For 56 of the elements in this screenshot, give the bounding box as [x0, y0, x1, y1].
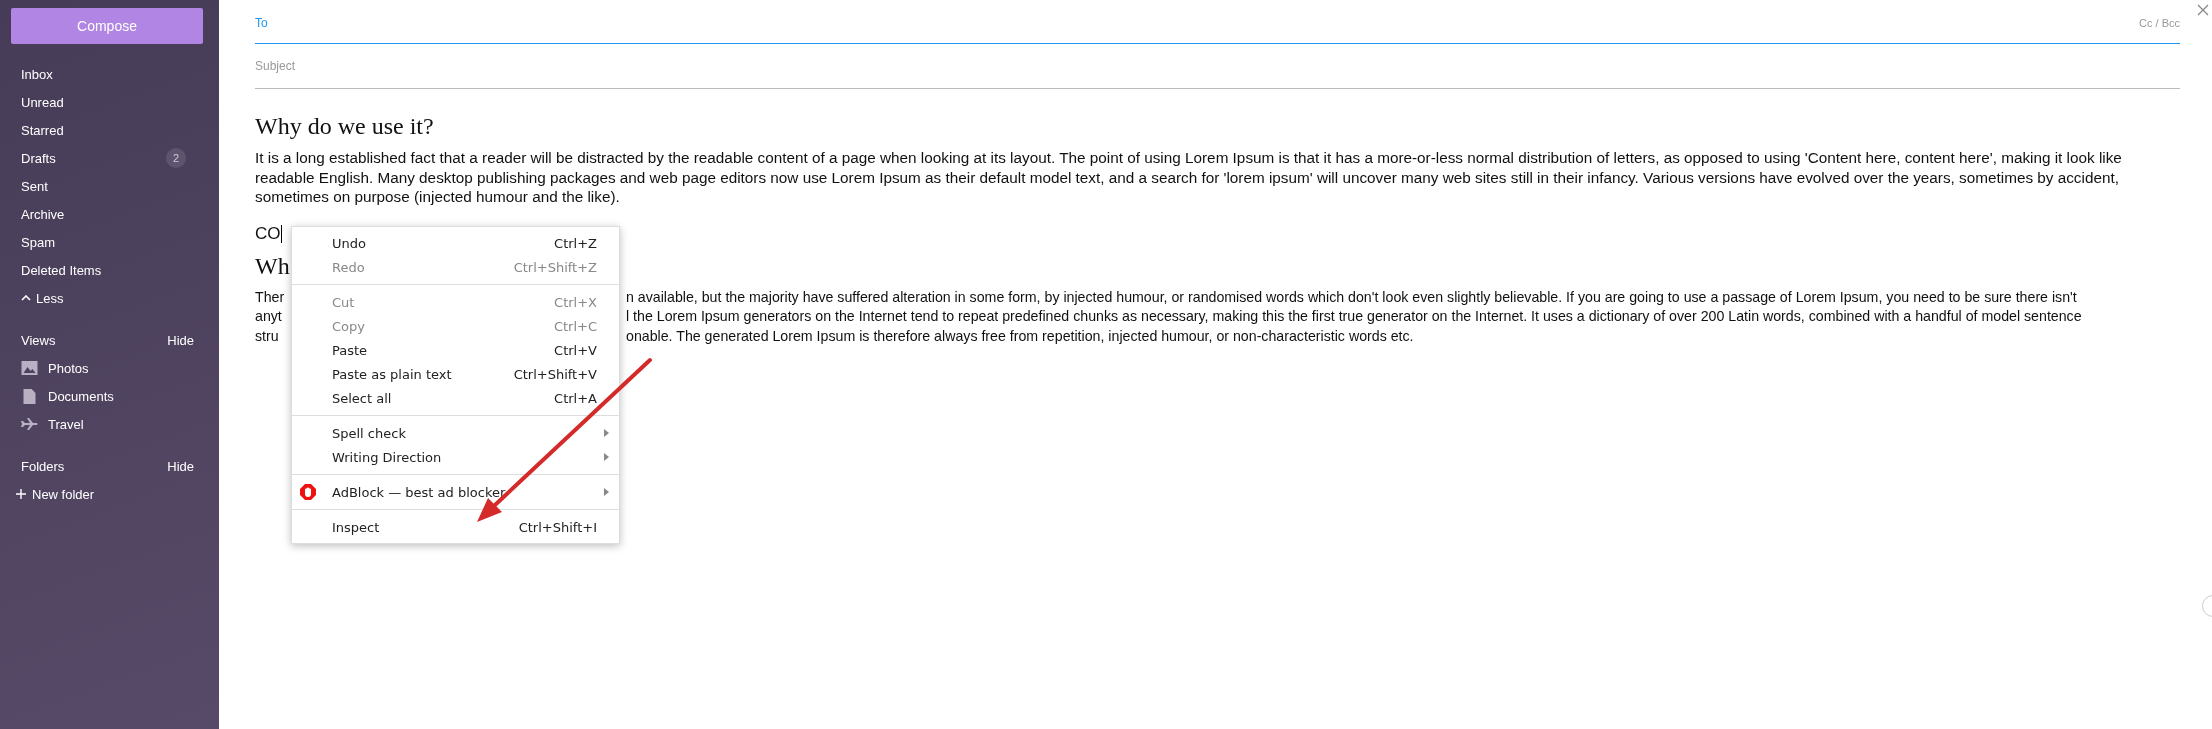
folder-label: Inbox [21, 66, 53, 82]
view-label: Photos [48, 360, 89, 376]
folder-label: Drafts [21, 150, 56, 166]
menu-item[interactable]: Inspect Ctrl+Shift+I [292, 515, 619, 539]
folder-item[interactable]: Deleted Items [0, 256, 219, 284]
text-fragment: n available, but the majority have suffered alteration in some form, by injected humour, or randomised words which don't look even slightly believable. If you are going to use a passage of Lorem Ipsum, you need to be sure there isn't [626, 287, 2078, 307]
close-icon[interactable] [2196, 3, 2210, 17]
text-fragment: onable. The generated Lorem Ipsum is therefore always free from repetition, injected humour, or non-characteristic words etc. [626, 326, 1415, 346]
hide-link[interactable]: Hide [167, 458, 194, 474]
stop-hand-icon [300, 484, 316, 500]
view-item[interactable]: Travel [0, 410, 219, 438]
folder-label: Starred [21, 122, 64, 138]
count-badge: 2 [166, 148, 186, 168]
less-toggle[interactable]: Less [0, 284, 97, 312]
folder-item[interactable]: Starred [0, 116, 219, 144]
text-cursor [280, 224, 282, 243]
plus-icon [16, 489, 26, 499]
folder-item[interactable]: Inbox [0, 60, 219, 88]
view-label: Travel [48, 416, 84, 432]
folder-label: Deleted Items [21, 262, 102, 278]
menu-item[interactable]: Paste as plain text Ctrl+Shift+V [292, 362, 619, 386]
menu-item[interactable]: AdBlock — best ad blocker [292, 480, 619, 504]
folder-item[interactable]: Archive [0, 200, 219, 228]
menu-item[interactable]: Writing Direction [292, 445, 619, 469]
section-title: Folders [21, 458, 65, 474]
view-label: Documents [48, 388, 114, 404]
folder-item[interactable]: Sent [0, 172, 219, 200]
body-paragraph: It is a long established fact that a reader will be distracted by the readable content of a page when looking at its layout. The point of using Lorem Ipsum is that it has a more-or-less normal distribution of letters, as opposed to using 'Content here, content here', making it look like readable English. Many desktop publishing packages and web page editors now use Lorem Ipsum as their default model text, and a search for 'lorem ipsum' will uncover many web sites still in their infancy. Various versions have evolved over the years, sometimes by accident, sometimes on purpose (injected humour and the like). [255, 148, 2123, 207]
photo-icon [21, 361, 38, 375]
body-text: CO [255, 223, 281, 244]
airplane-icon [21, 418, 38, 430]
folder-label: Archive [21, 206, 65, 222]
menu-item[interactable]: Paste Ctrl+V [292, 338, 619, 362]
hide-link[interactable]: Hide [167, 332, 194, 348]
menu-item[interactable]: Spell check [292, 421, 619, 445]
menu-item[interactable]: Select all Ctrl+A [292, 386, 619, 410]
view-item[interactable]: Documents [0, 382, 219, 410]
folder-label: Sent [21, 178, 48, 194]
text-fragment: l the Lorem Ipsum generators on the Internet tend to repeat predefined chunks as necessary, making this the first true generator on the Internet. It uses a dictionary of over 200 Latin words, combined with a handful of model sentence [626, 307, 2083, 326]
to-label: To [255, 15, 268, 30]
folder-item[interactable]: Unread [0, 88, 219, 116]
text-fragment: anyt [255, 307, 282, 326]
view-item[interactable]: Photos [0, 354, 219, 382]
text-fragment: Ther [255, 287, 285, 307]
body-heading: Wh [255, 252, 290, 280]
text-fragment: stru [255, 326, 279, 346]
document-icon [21, 388, 38, 404]
folder-label: Unread [21, 94, 64, 110]
folder-item[interactable]: Spam [0, 228, 219, 256]
menu-item[interactable]: Undo Ctrl+Z [292, 231, 619, 255]
caret-icon [21, 295, 31, 301]
new-folder-button[interactable]: New folder [0, 480, 219, 508]
section-title: Views [21, 332, 56, 348]
folder-item[interactable]: Drafts 2 [0, 144, 219, 172]
folder-label: Spam [21, 234, 55, 250]
body-heading: Why do we use it? [255, 113, 434, 140]
